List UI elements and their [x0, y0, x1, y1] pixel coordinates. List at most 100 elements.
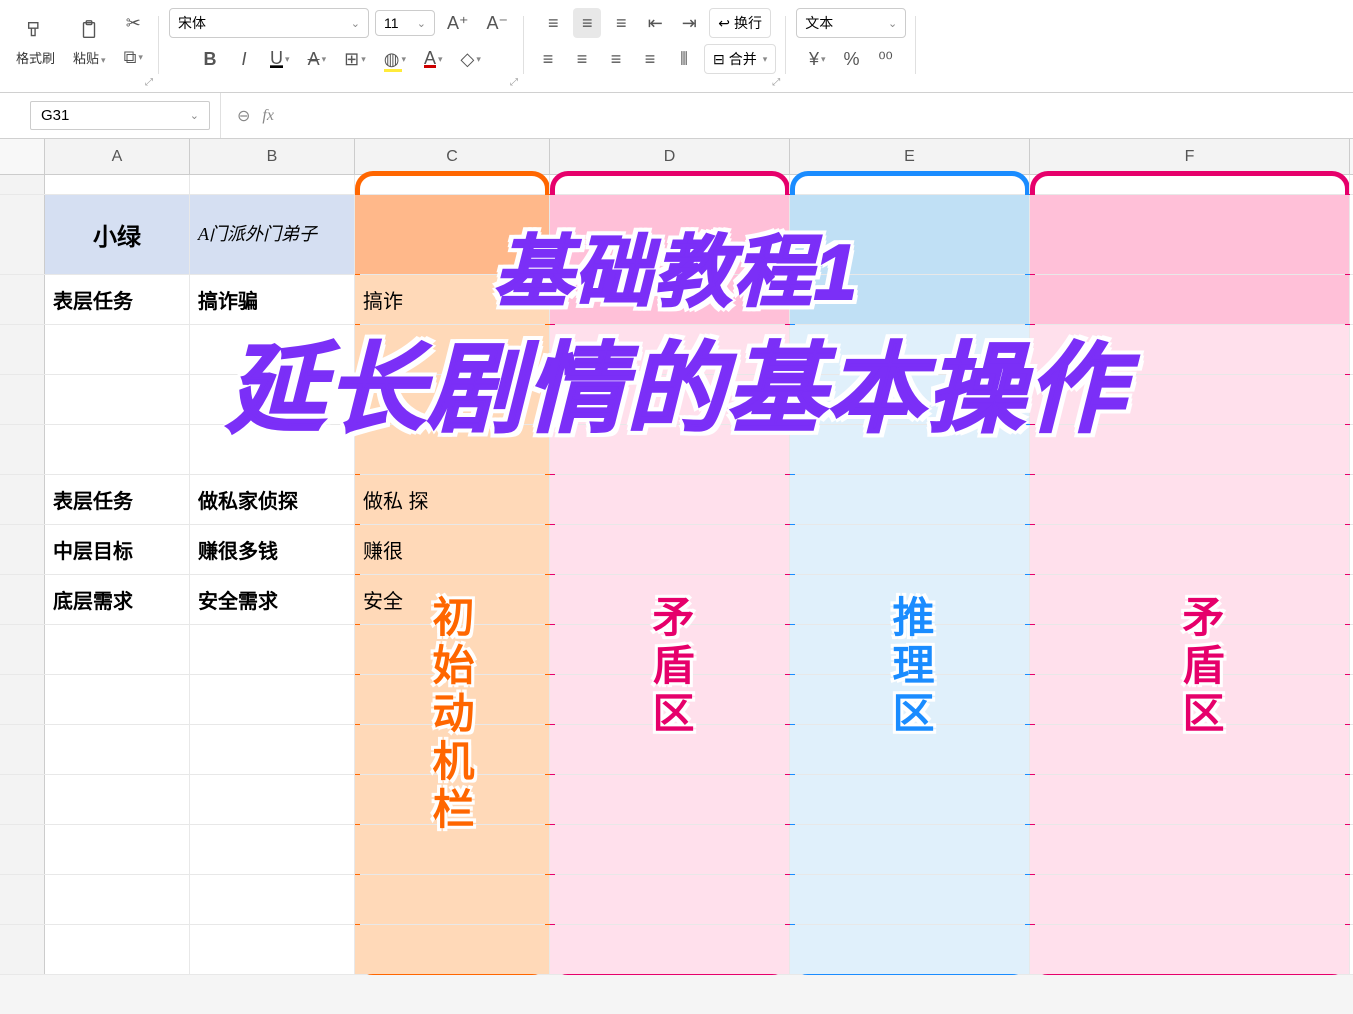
cell[interactable] [190, 775, 355, 824]
align-left-button[interactable]: ≡ [534, 44, 562, 74]
cell[interactable] [190, 825, 355, 874]
justify-button[interactable]: ≡ [636, 44, 664, 74]
cell-A2[interactable]: 表层任务 [45, 275, 190, 324]
cell[interactable] [790, 775, 1030, 824]
font-color-button[interactable]: A▾ [418, 44, 449, 74]
format-painter-button[interactable]: 格式刷 [10, 10, 61, 71]
spreadsheet-grid[interactable]: 小绿 A门派外门弟子 表层任务 搞诈骗 搞诈 [0, 175, 1353, 975]
cell-C7[interactable]: 赚很 [355, 525, 550, 574]
row-header[interactable] [0, 525, 45, 574]
cell[interactable] [550, 325, 790, 374]
cell[interactable] [45, 925, 190, 974]
cell[interactable] [790, 525, 1030, 574]
cell[interactable] [550, 425, 790, 474]
fx-icon[interactable]: fx [262, 107, 274, 125]
cell-A7[interactable]: 中层目标 [45, 525, 190, 574]
cell[interactable] [190, 425, 355, 474]
cell[interactable] [45, 375, 190, 424]
cell[interactable] [790, 275, 1030, 324]
clipboard-dialog-launcher[interactable]: ⤢ [145, 77, 153, 88]
cell-B6[interactable]: 做私家侦探 [190, 475, 355, 524]
cell[interactable] [1030, 175, 1350, 194]
borders-button[interactable]: ⊞▾ [338, 44, 372, 74]
cell[interactable] [790, 175, 1030, 194]
cell[interactable] [550, 475, 790, 524]
strikethrough-button[interactable]: A▾ [302, 44, 333, 74]
cell[interactable] [45, 775, 190, 824]
row-header[interactable] [0, 875, 45, 924]
align-bottom-button[interactable]: ≡ [607, 8, 635, 38]
font-dialog-launcher[interactable]: ⤢ [510, 77, 518, 88]
cell[interactable] [355, 875, 550, 924]
cell[interactable] [45, 675, 190, 724]
align-center-button[interactable]: ≡ [568, 44, 596, 74]
cell-C2[interactable]: 搞诈 [355, 275, 550, 324]
cell[interactable] [45, 875, 190, 924]
cell[interactable] [1030, 475, 1350, 524]
cell-B2[interactable]: 搞诈骗 [190, 275, 355, 324]
row-header[interactable] [0, 625, 45, 674]
row-header[interactable] [0, 475, 45, 524]
cell[interactable] [190, 925, 355, 974]
row-header[interactable] [0, 195, 45, 274]
name-box[interactable]: G31 ⌄ [30, 101, 210, 130]
cell[interactable] [790, 475, 1030, 524]
col-header-E[interactable]: E [790, 139, 1030, 174]
increase-indent-button[interactable]: ⇥ [675, 8, 703, 38]
cell[interactable] [190, 375, 355, 424]
align-middle-button[interactable]: ≡ [573, 8, 601, 38]
cell[interactable] [550, 175, 790, 194]
cell[interactable] [790, 825, 1030, 874]
row-header[interactable] [0, 425, 45, 474]
cell[interactable] [45, 425, 190, 474]
row-header[interactable] [0, 325, 45, 374]
currency-button[interactable]: ¥▾ [803, 44, 832, 74]
cell[interactable] [1030, 425, 1350, 474]
increase-font-button[interactable]: A⁺ [441, 8, 475, 38]
cell-A8[interactable]: 底层需求 [45, 575, 190, 624]
fill-color-button[interactable]: ◍▾ [378, 44, 412, 74]
merge-cells-button[interactable]: ⊟ 合并▾ [704, 44, 776, 74]
cell-A1[interactable]: 小绿 [45, 195, 190, 274]
cell[interactable] [790, 425, 1030, 474]
row-header[interactable] [0, 825, 45, 874]
cell[interactable] [790, 375, 1030, 424]
formula-input-area[interactable]: ⊖ fx [220, 93, 1353, 138]
cell[interactable] [355, 375, 550, 424]
percent-button[interactable]: % [838, 44, 866, 74]
cell-B7[interactable]: 赚很多钱 [190, 525, 355, 574]
font-name-select[interactable]: 宋体 ⌄ [169, 8, 369, 38]
cell-A6[interactable]: 表层任务 [45, 475, 190, 524]
row-header[interactable] [0, 275, 45, 324]
cell-B8[interactable]: 安全需求 [190, 575, 355, 624]
cell[interactable] [1030, 275, 1350, 324]
row-header[interactable] [0, 925, 45, 974]
row-header[interactable] [0, 725, 45, 774]
cell[interactable] [1030, 775, 1350, 824]
cell[interactable] [550, 275, 790, 324]
distribute-button[interactable]: ⫴ [670, 44, 698, 74]
cell[interactable] [1030, 825, 1350, 874]
cell[interactable] [355, 425, 550, 474]
cell[interactable] [45, 725, 190, 774]
cancel-formula-icon[interactable]: ⊖ [237, 106, 250, 126]
cell[interactable] [1030, 875, 1350, 924]
cell-B1[interactable]: A门派外门弟子 [190, 195, 355, 274]
col-header-C[interactable]: C [355, 139, 550, 174]
cell[interactable] [550, 875, 790, 924]
alignment-dialog-launcher[interactable]: ⤢ [772, 77, 780, 88]
cell[interactable] [190, 725, 355, 774]
cell-C6[interactable]: 做私 探 [355, 475, 550, 524]
font-size-select[interactable]: 11 ⌄ [375, 10, 435, 36]
align-right-button[interactable]: ≡ [602, 44, 630, 74]
cell[interactable] [790, 875, 1030, 924]
row-header[interactable] [0, 375, 45, 424]
cell[interactable] [1030, 925, 1350, 974]
col-header-B[interactable]: B [190, 139, 355, 174]
cell[interactable] [45, 175, 190, 194]
cell[interactable] [190, 875, 355, 924]
copy-button[interactable]: ⧉▾ [118, 42, 149, 72]
wrap-text-button[interactable]: ↩ 换行 [709, 8, 771, 38]
row-header[interactable] [0, 575, 45, 624]
cell[interactable] [45, 825, 190, 874]
